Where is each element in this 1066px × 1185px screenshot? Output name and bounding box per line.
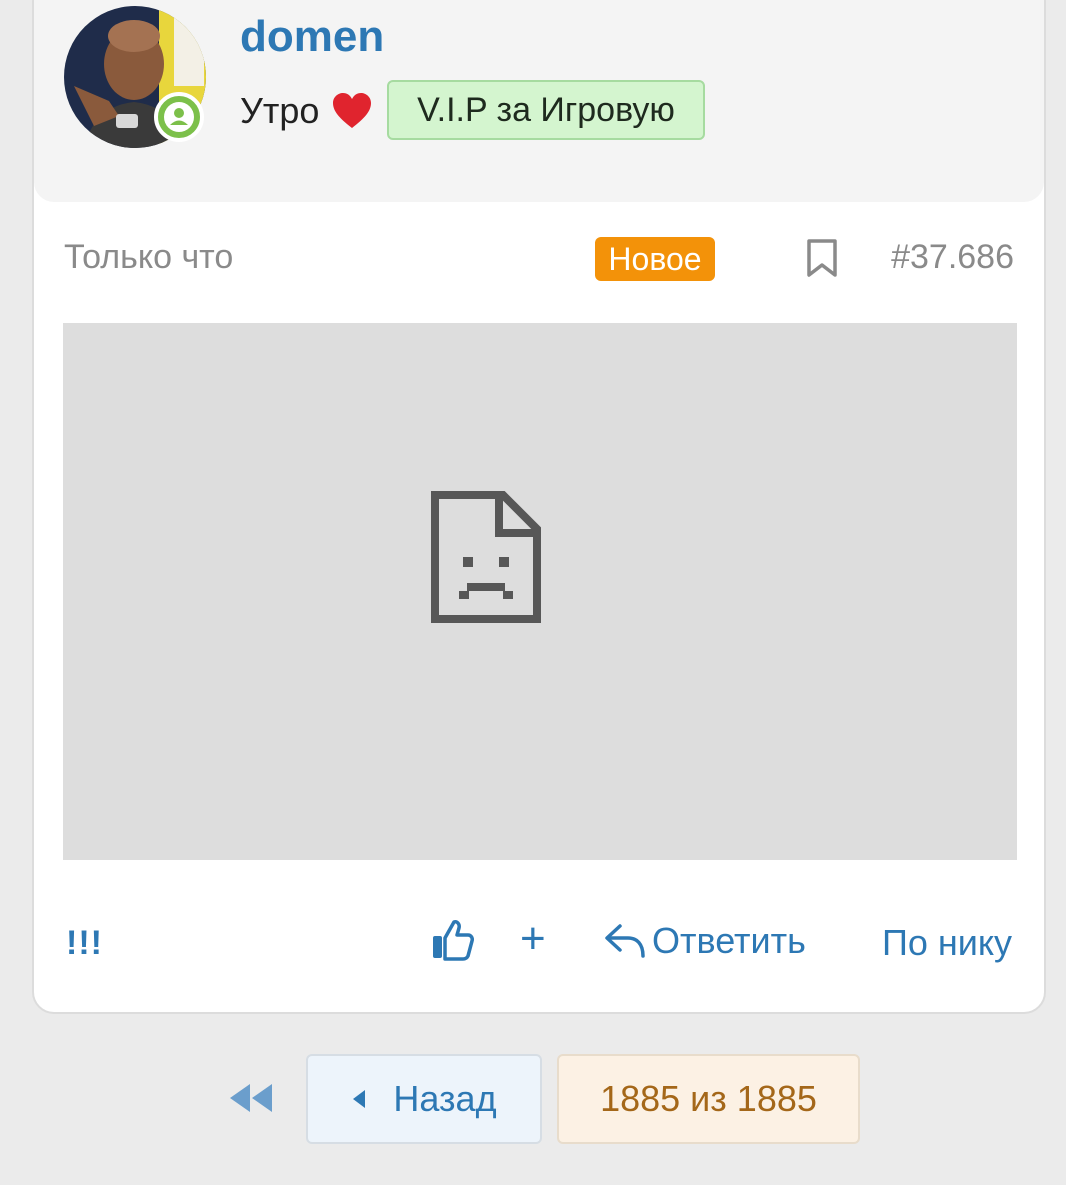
username-link[interactable]: domen bbox=[240, 12, 384, 62]
user-title-text: Утро bbox=[240, 90, 320, 131]
user-title: Утро bbox=[240, 90, 373, 132]
post-image-placeholder[interactable] bbox=[63, 323, 1017, 860]
post-time[interactable]: Только что bbox=[64, 238, 233, 277]
user-icon bbox=[164, 102, 194, 132]
post-number-link[interactable]: #37.686 bbox=[891, 238, 1014, 277]
pagination: Назад 1885 из 1885 bbox=[0, 1054, 1066, 1146]
report-link[interactable]: !!! bbox=[66, 924, 103, 963]
bookmark-icon[interactable] bbox=[804, 238, 840, 278]
mention-by-nick-button[interactable]: По нику bbox=[882, 922, 1012, 964]
post-action-bar: !!! + Ответить По нику bbox=[34, 912, 1044, 982]
prev-page-button[interactable]: Назад bbox=[306, 1054, 542, 1144]
reply-button[interactable]: Ответить bbox=[604, 920, 806, 962]
user-banner-badge: V.I.P за Игровую bbox=[387, 80, 705, 140]
new-badge: Новое bbox=[595, 237, 715, 281]
post-user-header: domen Утро V.I.P за Игровую bbox=[34, 0, 1044, 202]
plus-button[interactable]: + bbox=[520, 914, 546, 964]
double-chevron-left-icon[interactable] bbox=[228, 1082, 274, 1114]
online-status-icon bbox=[154, 92, 204, 142]
prev-page-label: Назад bbox=[393, 1078, 497, 1119]
reply-label: Ответить bbox=[652, 920, 806, 961]
page-indicator[interactable]: 1885 из 1885 bbox=[557, 1054, 860, 1144]
thumbs-up-icon[interactable] bbox=[430, 918, 474, 962]
post-card: domen Утро V.I.P за Игровую Только что Н… bbox=[32, 0, 1046, 1014]
reply-icon bbox=[605, 924, 645, 958]
heart-icon bbox=[333, 93, 372, 128]
caret-left-icon bbox=[353, 1090, 366, 1108]
broken-image-icon bbox=[431, 491, 541, 623]
